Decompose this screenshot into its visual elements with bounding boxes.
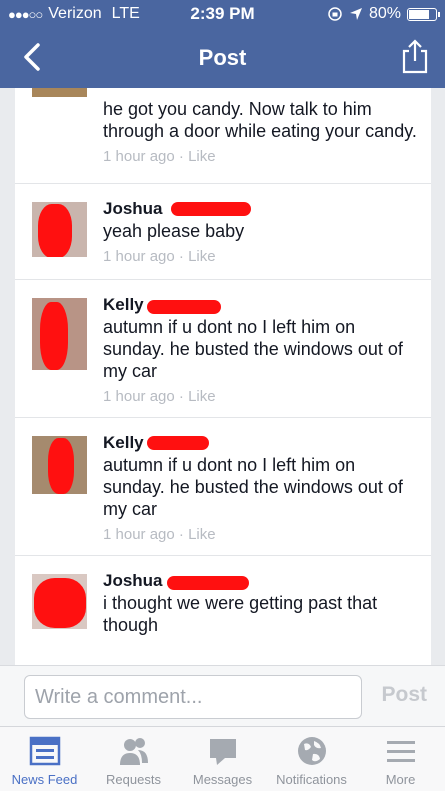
commenter-name[interactable]: Kelly — [103, 294, 221, 315]
commenter-name[interactable]: Kelly — [103, 432, 209, 453]
like-link[interactable]: Like — [188, 248, 216, 265]
globe-icon — [297, 737, 326, 765]
tab-more[interactable]: More — [356, 727, 445, 791]
comment-thread[interactable]: he got you candy. Now talk to him throug… — [0, 88, 445, 665]
avatar[interactable] — [32, 202, 87, 257]
nav-bar: Post — [0, 28, 445, 88]
status-bar: ●●●○○ Verizon LTE 2:39 PM 80% — [0, 0, 445, 28]
menu-icon — [386, 741, 415, 762]
avatar[interactable] — [32, 298, 87, 370]
clock: 2:39 PM — [190, 4, 255, 23]
comments-card: he got you candy. Now talk to him throug… — [15, 88, 431, 665]
comment-text: he got you candy. Now talk to him throug… — [103, 99, 417, 141]
tab-requests[interactable]: Requests — [89, 727, 178, 791]
post-button[interactable]: Post — [381, 683, 427, 707]
like-link[interactable]: Like — [188, 526, 216, 543]
comment-timestamp: 1 hour ago — [103, 388, 175, 405]
tab-notifications[interactable]: Notifications — [267, 727, 356, 791]
tab-bar: News Feed Requests Messages Notification… — [0, 726, 445, 791]
comment-text: autumn if u dont no I left him on sunday… — [103, 317, 403, 381]
comment-item: Kelly autumn if u dont no I left him on … — [15, 418, 431, 556]
share-icon[interactable] — [401, 38, 429, 74]
comment-item: Kelly autumn if u dont no I left him on … — [15, 280, 431, 418]
tab-messages[interactable]: Messages — [178, 727, 267, 791]
comment-item: Joshua i thought we were getting past th… — [15, 556, 431, 652]
avatar[interactable] — [32, 88, 87, 97]
news-feed-icon — [29, 736, 60, 766]
avatar[interactable] — [32, 574, 87, 629]
page-title: Post — [198, 45, 247, 70]
comment-composer: Write a comment... Post — [0, 665, 445, 726]
tab-news-feed[interactable]: News Feed — [0, 727, 89, 791]
commenter-name[interactable]: Joshua — [103, 198, 251, 219]
friend-requests-icon — [119, 738, 148, 765]
comment-text: autumn if u dont no I left him on sunday… — [103, 455, 403, 519]
commenter-name[interactable]: Joshua — [103, 570, 249, 591]
comment-timestamp: 1 hour ago — [103, 526, 175, 543]
comment-text: yeah please baby — [103, 221, 245, 241]
like-link[interactable]: Like — [188, 148, 216, 165]
avatar[interactable] — [32, 436, 87, 494]
comment-input[interactable]: Write a comment... — [24, 675, 362, 719]
battery-icon — [407, 7, 440, 21]
messages-icon — [209, 739, 236, 765]
back-chevron-icon[interactable] — [18, 42, 48, 72]
comment-item: he got you candy. Now talk to him throug… — [15, 88, 431, 184]
comment-timestamp: 1 hour ago — [103, 148, 175, 165]
top-bar: ●●●○○ Verizon LTE 2:39 PM 80% Post — [0, 0, 445, 88]
like-link[interactable]: Like — [188, 388, 216, 405]
comment-item: Joshua yeah please baby 1 hour ago · Lik… — [15, 184, 431, 280]
comment-timestamp: 1 hour ago — [103, 248, 175, 265]
comment-text: i thought we were getting past that thou… — [103, 593, 378, 635]
